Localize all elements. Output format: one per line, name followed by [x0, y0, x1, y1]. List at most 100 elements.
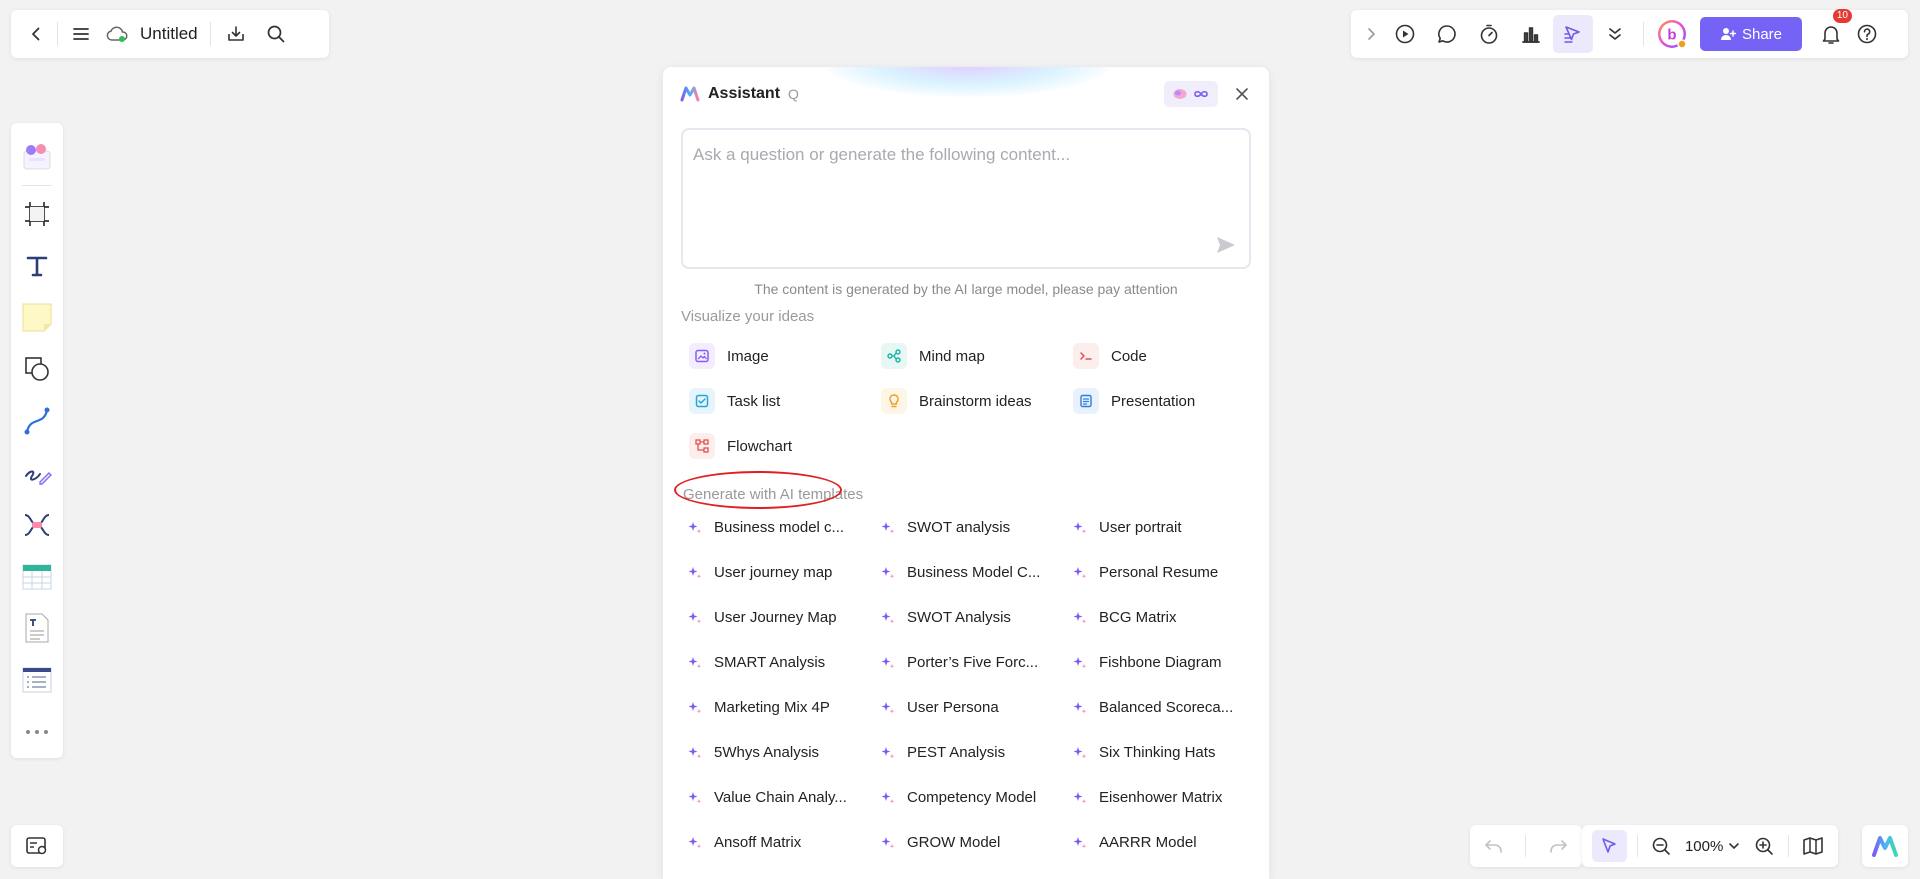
template-item[interactable]: User Persona — [881, 699, 999, 716]
follow-cursor-icon[interactable] — [1553, 15, 1593, 53]
template-item[interactable]: Fishbone Diagram — [1073, 654, 1222, 671]
template-item[interactable]: User Journey Map — [688, 609, 837, 626]
sparkle-icon — [688, 791, 702, 803]
ai-logo-button[interactable] — [1862, 825, 1908, 867]
share-button[interactable]: Share — [1700, 17, 1802, 51]
template-item[interactable]: AARRR Model — [1073, 834, 1197, 851]
viz-item-brainstorm[interactable]: Brainstorm ideas — [881, 388, 1032, 414]
ai-credits-pill[interactable] — [1164, 81, 1218, 107]
template-label: User Persona — [907, 699, 999, 716]
template-item[interactable]: Ansoff Matrix — [688, 834, 801, 851]
menu-icon[interactable] — [66, 19, 96, 49]
template-label: Value Chain Analy... — [714, 789, 847, 806]
template-item[interactable]: Business model c... — [688, 519, 844, 536]
zoom-out-icon[interactable] — [1648, 831, 1675, 861]
template-label: Marketing Mix 4P — [714, 699, 830, 716]
map-icon[interactable] — [1799, 831, 1828, 861]
divider — [1525, 835, 1527, 857]
template-item[interactable]: 5Whys Analysis — [688, 744, 819, 761]
sparkle-icon — [688, 521, 702, 533]
sparkle-icon — [1073, 611, 1087, 623]
template-item[interactable]: User portrait — [1073, 519, 1182, 536]
notification-count-badge: 10 — [1832, 9, 1852, 23]
send-icon[interactable] — [1215, 235, 1237, 255]
sparkle-icon — [1073, 791, 1087, 803]
sparkle-icon — [1073, 701, 1087, 713]
template-item[interactable]: Value Chain Analy... — [688, 789, 847, 806]
viz-item-task-list[interactable]: Task list — [689, 388, 780, 414]
template-item[interactable]: SWOT analysis — [881, 519, 1010, 536]
template-item[interactable]: SMART Analysis — [688, 654, 825, 671]
list-template-icon[interactable] — [17, 661, 57, 699]
table-icon[interactable] — [17, 558, 57, 596]
text-icon[interactable] — [17, 247, 57, 285]
template-item[interactable]: BCG Matrix — [1073, 609, 1177, 626]
sparkle-icon — [1073, 746, 1087, 758]
document-title[interactable]: Untitled — [140, 24, 198, 44]
viz-item-mind-map[interactable]: Mind map — [881, 343, 985, 369]
template-item[interactable]: Six Thinking Hats — [1073, 744, 1215, 761]
image-icon — [689, 343, 715, 369]
more-chevrons-icon[interactable] — [1595, 15, 1635, 53]
template-item[interactable]: SWOT Analysis — [881, 609, 1011, 626]
template-label: Fishbone Diagram — [1099, 654, 1222, 671]
connector-line-icon[interactable] — [17, 402, 57, 440]
template-label: Personal Resume — [1099, 564, 1219, 581]
pen-icon[interactable] — [17, 454, 57, 492]
user-avatar[interactable]: b — [1652, 15, 1692, 53]
template-item[interactable]: Business Model C... — [881, 564, 1040, 581]
document-icon[interactable] — [17, 610, 57, 648]
minimap-settings-icon[interactable] — [25, 835, 49, 857]
viz-item-image[interactable]: Image — [689, 343, 769, 369]
template-item[interactable]: Personal Resume — [1073, 564, 1218, 581]
template-label: SMART Analysis — [714, 654, 826, 671]
more-tools-icon[interactable] — [17, 713, 57, 751]
template-item[interactable]: Eisenhower Matrix — [1073, 789, 1222, 806]
undo-icon[interactable] — [1477, 831, 1511, 861]
comment-icon[interactable] — [1427, 15, 1467, 53]
sparkle-icon — [688, 746, 702, 758]
ask-input[interactable] — [693, 140, 1213, 170]
undo-redo-panel — [1470, 825, 1582, 867]
viz-item-flowchart[interactable]: Flowchart — [689, 433, 792, 459]
sticky-note-icon[interactable] — [17, 298, 57, 336]
ai-brain-icon — [1173, 89, 1187, 99]
template-item[interactable]: Competency Model — [881, 789, 1036, 806]
timer-icon[interactable] — [1469, 15, 1509, 53]
ai-disclaimer: The content is generated by the AI large… — [754, 281, 1178, 297]
template-item[interactable]: Porter’s Five Forc... — [881, 654, 1038, 671]
viz-item-code[interactable]: Code — [1073, 343, 1147, 369]
ask-input-box[interactable] — [681, 128, 1251, 269]
sparkle-icon — [881, 791, 895, 803]
close-icon[interactable] — [1232, 84, 1252, 104]
play-presentation-icon[interactable] — [1385, 15, 1425, 53]
template-label: AARRR Model — [1099, 834, 1197, 851]
back-icon[interactable] — [23, 19, 49, 49]
template-label: 5Whys Analysis — [714, 744, 820, 761]
templates-icon[interactable] — [17, 138, 57, 176]
viz-item-presentation[interactable]: Presentation — [1073, 388, 1195, 414]
template-item[interactable]: GROW Model — [881, 834, 1000, 851]
download-icon[interactable] — [219, 19, 253, 49]
notifications-bell-icon[interactable]: 10 — [1814, 9, 1852, 53]
template-item[interactable]: PEST Analysis — [881, 744, 1005, 761]
expand-toolbar-icon[interactable] — [1359, 15, 1383, 53]
template-item[interactable]: User journey map — [688, 564, 832, 581]
viz-label: Mind map — [919, 347, 985, 365]
frame-icon[interactable] — [17, 195, 57, 233]
redo-icon[interactable] — [1541, 831, 1575, 861]
help-icon[interactable] — [1850, 15, 1884, 53]
template-item[interactable]: Marketing Mix 4P — [688, 699, 830, 716]
zoom-level-select[interactable]: 100% — [1685, 838, 1723, 855]
template-item[interactable]: Balanced Scoreca... — [1073, 699, 1233, 716]
chevron-down-icon[interactable] — [1727, 841, 1741, 851]
zoom-in-icon[interactable] — [1751, 831, 1778, 861]
search-icon[interactable] — [259, 19, 293, 49]
shape-icon[interactable] — [17, 350, 57, 388]
template-label: SWOT analysis — [907, 519, 1011, 536]
select-pointer-icon[interactable] — [1592, 830, 1627, 862]
mind-map-tool-icon[interactable] — [17, 506, 57, 544]
sparkle-icon — [1073, 656, 1087, 668]
sparkle-icon — [688, 611, 702, 623]
vote-chart-icon[interactable] — [1511, 15, 1551, 53]
